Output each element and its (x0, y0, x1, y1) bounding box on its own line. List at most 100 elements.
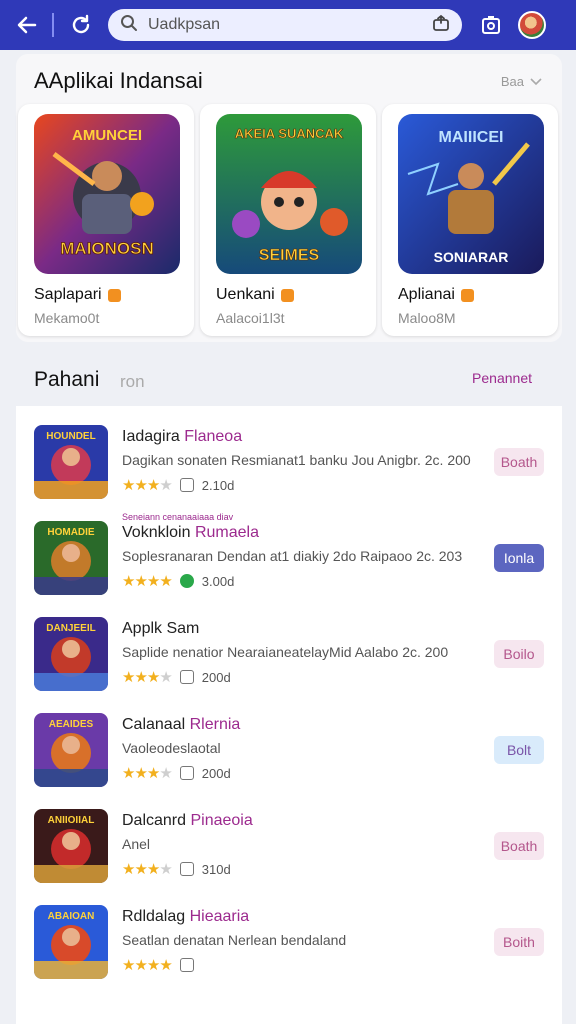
rating-stars: ★★★★ (122, 957, 173, 974)
screenshot-icon[interactable] (476, 10, 506, 40)
rating-stars: ★★★★ (122, 477, 173, 494)
app-meta: ★★★★ 2.10d (122, 476, 234, 494)
app-description: Soplesranaran Dendan at1 diakiy 2do Raip… (122, 548, 463, 564)
badge-icon (460, 288, 474, 302)
top-bar (0, 0, 576, 50)
install-button[interactable]: Boith (494, 928, 544, 956)
app-name: Saplapari (34, 286, 121, 304)
section-title: Pahani (34, 368, 100, 391)
app-icon: HOUNDEL (34, 425, 108, 499)
search-input[interactable] (146, 15, 424, 35)
rating-stars: ★★★★ (122, 573, 173, 590)
app-list: HOUNDEL Iadagira Flaneoa Dagikan sonaten… (16, 406, 562, 1024)
refresh-icon[interactable] (66, 10, 96, 40)
section-action-link[interactable]: Penannet (472, 370, 532, 386)
install-button[interactable]: Ionla (494, 544, 544, 572)
app-meta: ★★★★ 310d (122, 860, 231, 878)
app-description: Dagikan sonaten Resmianat1 banku Jou Ani… (122, 452, 471, 468)
section-subtitle: ron (120, 372, 145, 391)
icon-art-text: DANJEEIL (46, 623, 95, 634)
featured-card[interactable]: AMUNCEI MAIONOSN Saplapari Mekamo0t (18, 104, 194, 336)
icon-art-text: HOMADIE (47, 527, 95, 538)
app-subtitle: Mekamo0t (34, 310, 100, 326)
app-count: 200d (201, 669, 231, 685)
app-name: Aplianai (398, 286, 474, 304)
install-button[interactable]: Bolt (494, 736, 544, 764)
app-title-main: Iadagira (122, 428, 180, 445)
list-item[interactable]: HOUNDEL Iadagira Flaneoa Dagikan sonaten… (16, 408, 562, 508)
art-title: AMUNCEI (72, 127, 142, 144)
app-title-accent: Rlernia (189, 716, 241, 733)
app-title-accent: Pinaeoia (190, 812, 253, 829)
app-title-main: Applk Sam (122, 620, 200, 637)
art-caption: SEIMES (259, 247, 320, 264)
featured-title: AAplikai Indansai (34, 68, 203, 93)
install-button[interactable]: Boath (494, 832, 544, 860)
app-title-main: Rdldalag (122, 908, 186, 925)
app-title: Rdldalag Hieaaria (122, 908, 249, 926)
featured-card[interactable]: AKEIA SUANCAK SEIMES Uenkani Aalacoi1l3t (200, 104, 376, 336)
featured-section: AAplikai Indansai Baa AMUNCEI MAIONOSN S… (16, 54, 562, 342)
list-item[interactable]: ANIIOIIAL Dalcanrd Pinaeoia Anel ★★★★ 31… (16, 792, 562, 892)
app-count: 2.10d (201, 477, 235, 493)
app-title-accent: Hieaaria (189, 908, 250, 925)
badge-icon (280, 288, 294, 302)
app-title-main: Dalcanrd (122, 812, 187, 829)
icon-art-text: ANIIOIIAL (48, 815, 95, 826)
app-icon: DANJEEIL (34, 617, 108, 691)
app-count: 3.00d (201, 573, 235, 589)
app-icon: ANIIOIIAL (34, 809, 108, 883)
app-artwork: MAIIICEI SONIARAR (398, 114, 544, 274)
see-more-link[interactable]: Baa (501, 74, 542, 89)
art-caption: SONIARAR (434, 249, 509, 265)
list-item[interactable]: DANJEEIL Applk Sam Saplide nenatior Near… (16, 600, 562, 700)
icon-art-text: HOUNDEL (46, 431, 95, 442)
install-button[interactable]: Boath (494, 448, 544, 476)
app-meta: ★★★★ 200d (122, 764, 231, 782)
list-item[interactable]: ABAIOAN Rdldalag Hieaaria Seatlan denata… (16, 888, 562, 988)
app-subtitle: Maloo8M (398, 310, 456, 326)
app-meta: ★★★★ 200d (122, 668, 231, 686)
app-title: Dalcanrd Pinaeoia (122, 812, 253, 830)
app-artwork: AMUNCEI MAIONOSN (34, 114, 180, 274)
featured-card[interactable]: MAIIICEI SONIARAR Aplianai Maloo8M (382, 104, 558, 336)
list-item[interactable]: HOMADIE Seneiann cenanaaiaaa diav Voknkl… (16, 504, 562, 604)
app-count: 310d (201, 861, 231, 877)
icon-art-text: ABAIOAN (48, 911, 95, 922)
app-title-main: Voknkloin (122, 524, 191, 541)
info-icon (179, 670, 194, 684)
app-title: Calanaal Rlernia (122, 716, 240, 734)
search-bar[interactable] (108, 9, 462, 41)
art-title: AKEIA SUANCAK (235, 126, 344, 141)
section-header: Pahani ron Penannet (16, 352, 562, 404)
app-title: Voknkloin Rumaela (122, 524, 259, 542)
rating-stars: ★★★★ (122, 669, 173, 686)
install-button[interactable]: Boilo (494, 640, 544, 668)
rating-stars: ★★★★ (122, 765, 173, 782)
app-artwork: AKEIA SUANCAK SEIMES (216, 114, 362, 274)
badge-icon (107, 288, 121, 302)
art-caption: MAIONOSN (60, 239, 154, 258)
app-description: Anel (122, 836, 151, 852)
app-name-label: Saplapari (34, 286, 102, 303)
app-icon: ABAIOAN (34, 905, 108, 979)
back-arrow-icon[interactable] (12, 10, 42, 40)
info-icon (179, 958, 194, 972)
see-more-label: Baa (500, 74, 524, 89)
app-title-accent: Rumaela (194, 524, 259, 541)
avatar[interactable] (518, 11, 546, 39)
share-icon[interactable] (432, 14, 450, 37)
app-title-accent: Flaneoa (184, 428, 243, 445)
app-description: Saplide nenatior NearaianeatelayMid Aala… (122, 644, 449, 660)
app-name-label: Aplianai (398, 286, 455, 303)
app-name: Uenkani (216, 286, 294, 304)
app-meta: ★★★★ 3.00d (122, 572, 234, 590)
app-subtitle: Aalacoi1l3t (216, 310, 285, 326)
app-title: Iadagira Flaneoa (122, 428, 242, 446)
list-item[interactable]: AEAIDES Calanaal Rlernia Vaoleodeslaotal… (16, 696, 562, 796)
chevron-down-icon (530, 74, 542, 89)
toolbar-divider (52, 13, 54, 37)
verified-icon (179, 574, 194, 588)
rating-stars: ★★★★ (122, 861, 173, 878)
app-meta: ★★★★ (122, 956, 202, 974)
